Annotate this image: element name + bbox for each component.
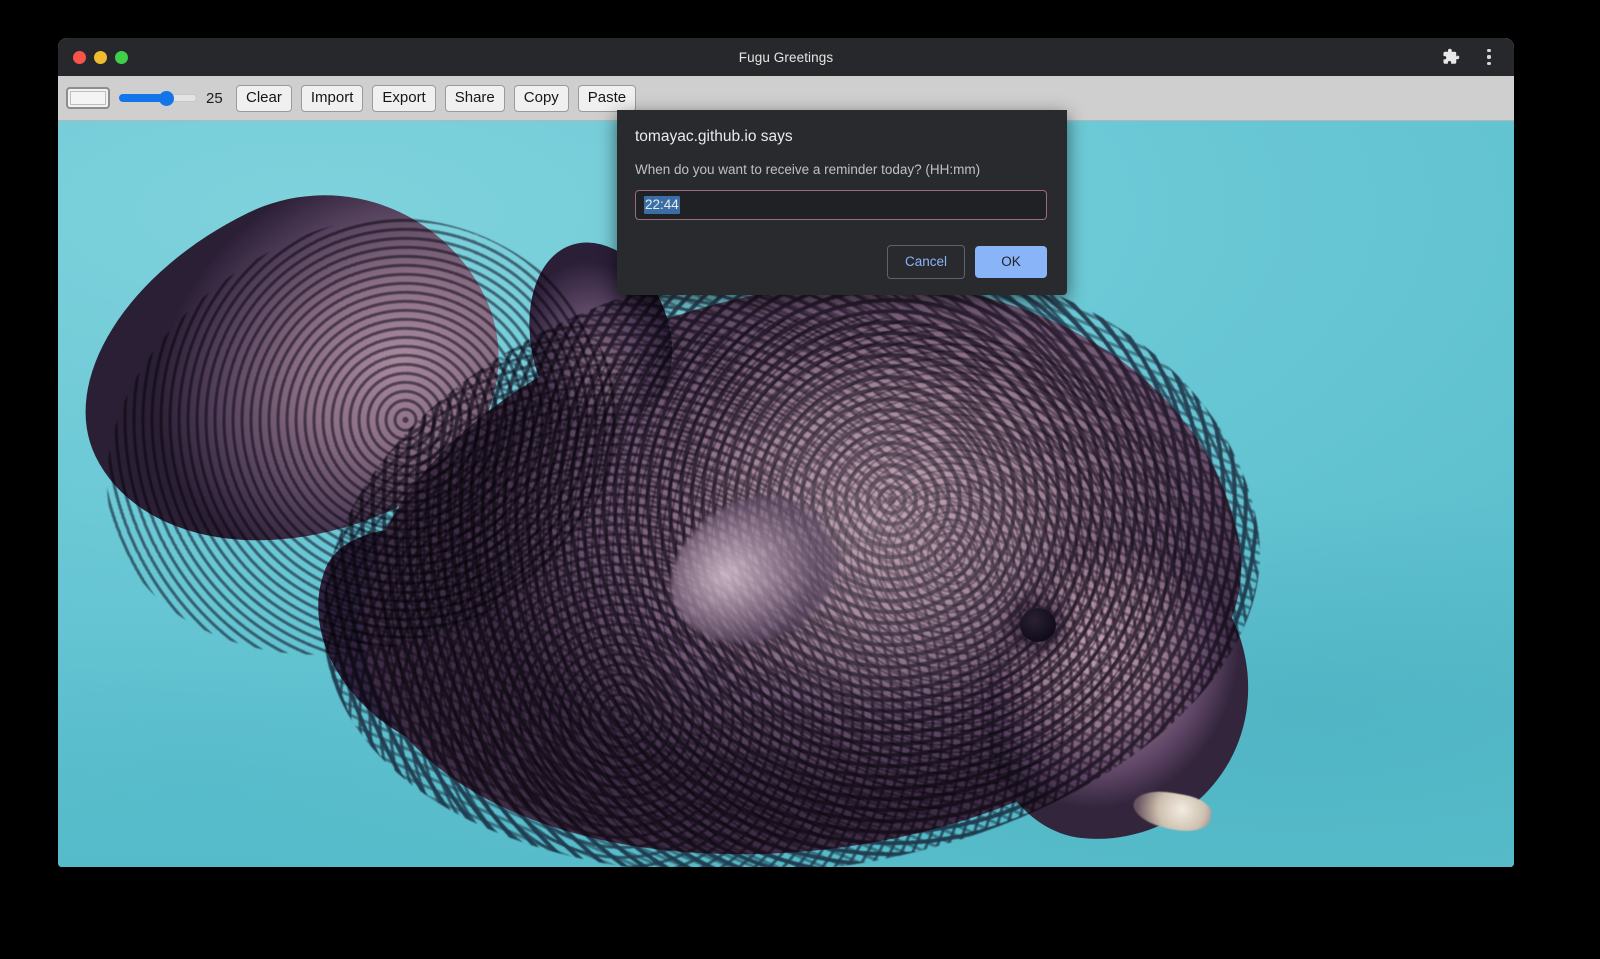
screenshot-root: Fugu Greetings — [0, 0, 1600, 959]
browser-window: Fugu Greetings — [58, 38, 1514, 867]
line-width-slider[interactable] — [119, 88, 197, 108]
import-button[interactable]: Import — [301, 85, 364, 112]
dialog-actions: Cancel OK — [635, 245, 1047, 279]
dialog-cancel-button[interactable]: Cancel — [887, 245, 965, 279]
traffic-light-group — [73, 51, 128, 64]
minimize-window-button[interactable] — [94, 51, 107, 64]
paste-button[interactable]: Paste — [578, 85, 636, 112]
slider-value-label: 25 — [206, 90, 226, 107]
slider-thumb[interactable] — [159, 91, 174, 106]
javascript-prompt-dialog: tomayac.github.io says When do you want … — [617, 110, 1067, 295]
copy-button[interactable]: Copy — [514, 85, 569, 112]
dialog-message: When do you want to receive a reminder t… — [635, 160, 1047, 180]
dialog-origin-label: tomayac.github.io says — [635, 126, 1047, 148]
reminder-time-input-value: 22:44 — [644, 196, 680, 214]
reminder-time-input[interactable]: 22:44 — [635, 190, 1047, 220]
color-picker-input[interactable] — [66, 87, 110, 109]
color-picker-swatch — [70, 91, 106, 105]
maximize-window-button[interactable] — [115, 51, 128, 64]
share-button[interactable]: Share — [445, 85, 505, 112]
chrome-menu-kebab-icon[interactable] — [1478, 46, 1500, 68]
fish-highlight — [618, 361, 1138, 701]
titlebar-actions — [1440, 46, 1500, 68]
clear-button[interactable]: Clear — [236, 85, 292, 112]
extensions-puzzle-icon[interactable] — [1440, 46, 1462, 68]
fish-eye — [1020, 608, 1056, 642]
close-window-button[interactable] — [73, 51, 86, 64]
export-button[interactable]: Export — [372, 85, 435, 112]
window-titlebar: Fugu Greetings — [58, 38, 1514, 76]
dialog-ok-button[interactable]: OK — [975, 246, 1047, 278]
page-title: Fugu Greetings — [58, 50, 1514, 65]
